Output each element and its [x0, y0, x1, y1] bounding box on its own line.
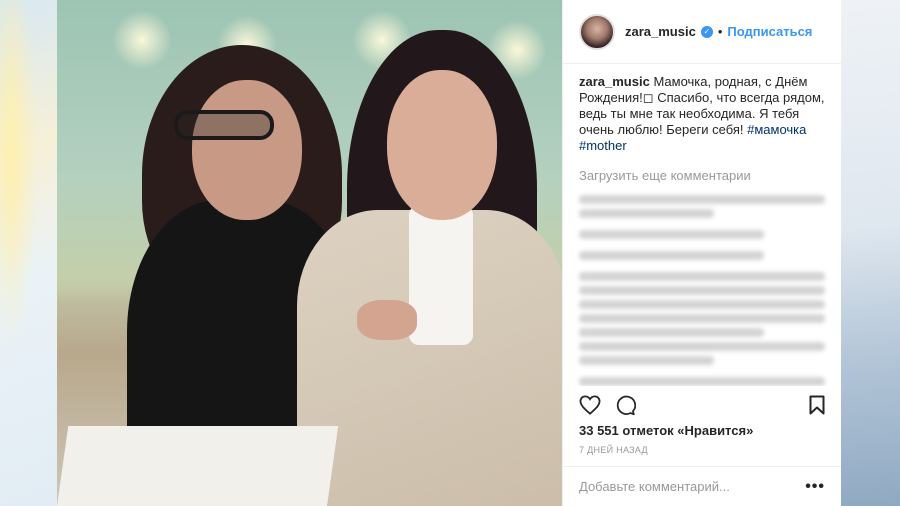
photo-table	[57, 426, 339, 506]
save-button[interactable]	[809, 395, 825, 415]
username-link[interactable]: zara_music	[625, 24, 696, 39]
comments-section: zara_music Мамочка, родная, с Днём Рожде…	[563, 64, 841, 386]
blurred-comment	[579, 300, 825, 309]
hashtag-link[interactable]: #mother	[579, 138, 627, 153]
comment-icon	[616, 395, 636, 415]
blurred-comment	[579, 195, 825, 204]
photo-person-right-sweater	[409, 205, 473, 345]
heart-icon	[579, 395, 601, 415]
blurred-comment	[579, 251, 764, 260]
bookmark-icon	[809, 395, 825, 415]
caption-username[interactable]: zara_music	[579, 74, 650, 89]
load-more-comments-button[interactable]: Загрузить еще комментарии	[579, 168, 825, 183]
photo-person-right-face	[387, 70, 497, 220]
photo-lamp	[112, 10, 172, 70]
add-comment-bar: •••	[563, 466, 841, 506]
post-actions	[579, 392, 825, 418]
add-comment-input[interactable]	[579, 479, 806, 494]
instagram-post: zara_music ✓ • Подписаться zara_music Ма…	[57, 0, 841, 506]
photo-hand	[357, 300, 417, 340]
post-caption: zara_music Мамочка, родная, с Днём Рожде…	[579, 74, 825, 154]
blurred-comment	[579, 342, 825, 351]
likes-count[interactable]: 33 551 отметок «Нравится»	[579, 423, 753, 438]
background-left-decoration	[0, 0, 57, 506]
hashtag-link[interactable]: #мамочка	[747, 122, 806, 137]
blurred-comment	[579, 328, 764, 337]
verified-badge-icon: ✓	[700, 25, 713, 38]
follow-button[interactable]: Подписаться	[727, 24, 812, 39]
photo-person-left-face	[192, 80, 302, 220]
post-side-panel: zara_music ✓ • Подписаться zara_music Ма…	[562, 0, 841, 506]
blurred-comment	[579, 230, 764, 239]
photo-glasses	[174, 110, 274, 140]
post-timestamp: 7 ДНЕЙ НАЗАД	[579, 445, 648, 455]
comment-button[interactable]	[615, 395, 636, 416]
background-right-decoration	[841, 0, 900, 506]
separator-dot: •	[717, 24, 723, 39]
blurred-comment	[579, 314, 825, 323]
blurred-comment	[579, 286, 825, 295]
avatar[interactable]	[579, 13, 615, 50]
blurred-comment	[579, 356, 715, 365]
blurred-comment	[579, 209, 715, 218]
post-photo	[57, 0, 562, 506]
post-header: zara_music ✓ • Подписаться	[563, 0, 841, 64]
blurred-comment	[579, 377, 825, 386]
like-button[interactable]	[579, 395, 601, 415]
more-options-button[interactable]: •••	[805, 478, 825, 496]
blurred-comment	[579, 272, 825, 281]
